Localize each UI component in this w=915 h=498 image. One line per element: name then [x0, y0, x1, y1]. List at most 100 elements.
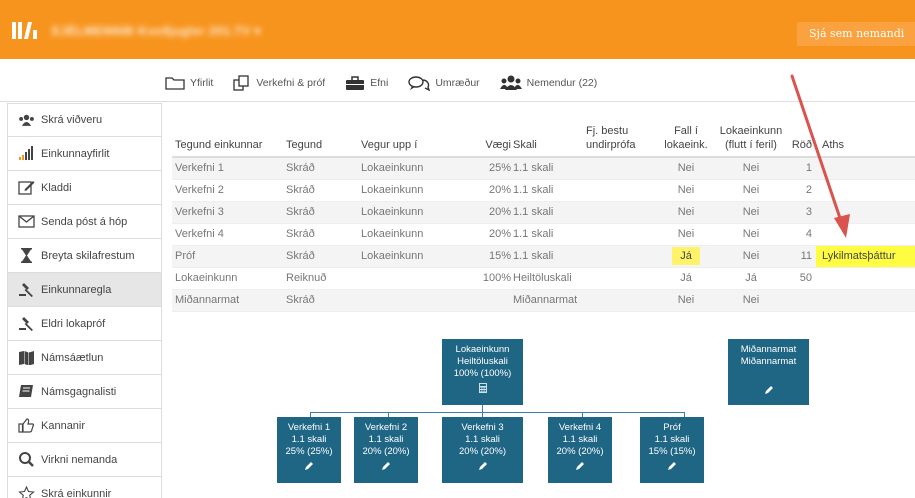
table-cell: 1.1 skali	[511, 245, 586, 268]
sidebar-item-label: Virkni nemanda	[41, 453, 118, 466]
tab-label: Efni	[370, 77, 389, 89]
node-line: Lokaeinkunn	[455, 344, 510, 355]
table-cell: Lykilmatsþáttur	[816, 245, 915, 268]
sidebar-item-namsaetlun[interactable]: Námsáætlun	[7, 341, 162, 375]
sidebar-item-namsgagnalisti[interactable]: Námsgagnalisti	[7, 375, 162, 409]
node-line: 1.1 skali	[654, 434, 690, 445]
gavel-icon	[19, 283, 33, 297]
star-icon	[18, 486, 35, 498]
sidebar-item-eldri-lokaprof[interactable]: Eldri lokapróf	[7, 307, 162, 341]
table-cell	[451, 289, 511, 312]
sidebar-item-kladdi[interactable]: Kladdi	[7, 171, 162, 205]
table-cell: Skráð	[286, 289, 361, 312]
sidebar-item-label: Námsgagnalisti	[41, 385, 117, 398]
tree-node-verkefni-1[interactable]: Verkefni 1 1.1 skali 25% (25%)	[277, 417, 341, 483]
table-cell	[790, 289, 816, 312]
table-cell: Nei	[660, 201, 712, 224]
table-cell	[586, 223, 660, 246]
pencil-icon[interactable]	[764, 385, 774, 395]
table-cell: 20%	[451, 179, 511, 202]
table-cell	[586, 179, 660, 202]
sidebar-item-skra-einkunnir[interactable]: Skrá einkunnir	[7, 477, 162, 498]
table-cell: Lokaeinkunn	[172, 267, 286, 290]
table-cell: Verkefni 1	[172, 157, 286, 180]
table-cell: Nei	[712, 245, 790, 268]
highlighted-value: Já	[672, 247, 700, 265]
table-cell: 4	[790, 223, 816, 246]
node-line: Verkefni 3	[461, 422, 504, 433]
copy-icon	[233, 75, 249, 91]
node-line: 1.1 skali	[465, 434, 500, 445]
sidebar-item-label: Skrá einkunnir	[41, 487, 112, 498]
logo-icon[interactable]	[12, 22, 38, 39]
tab-label: Umræður	[435, 77, 480, 89]
course-tabs: Yfirlit Verkefni & próf Efni Umræður Nem…	[165, 72, 617, 94]
sidebar-item-label: Skrá viðveru	[41, 114, 103, 126]
tab-umraedur[interactable]: Umræður	[408, 75, 480, 91]
pencil-icon[interactable]	[381, 461, 391, 471]
tree-node-verkefni-2[interactable]: Verkefni 2 1.1 skali 20% (20%)	[354, 417, 418, 483]
tree-node-verkefni-3[interactable]: Verkefni 3 1.1 skali 20% (20%)	[442, 417, 523, 483]
sidebar-item-skra-vidveru[interactable]: Skrá viðveru	[7, 103, 162, 137]
sidebar-item-einkunnaregla[interactable]: Einkunnaregla	[7, 273, 162, 307]
table-cell: Miðannarmat	[172, 289, 286, 312]
table-cell: Nei	[712, 157, 790, 180]
table-cell	[586, 267, 660, 290]
table-header-row: Tegund einkunnar Tegund Vegur upp í Vægi…	[172, 112, 915, 158]
tab-efni[interactable]: Efni	[345, 75, 389, 91]
table-cell: Lokaeinkunn	[361, 157, 451, 180]
table-cell	[586, 157, 660, 180]
envelope-icon	[18, 215, 35, 228]
table-row[interactable]: Verkefni 2 Skráð Lokaeinkunn 20% 1.1 skali Ne…	[172, 179, 915, 202]
pencil-icon[interactable]	[667, 461, 677, 471]
table-cell	[816, 289, 915, 312]
table-cell: Lokaeinkunn	[361, 201, 451, 224]
pencil-icon[interactable]	[304, 461, 314, 471]
table-cell: 15%	[451, 245, 511, 268]
table-cell: Nei	[712, 223, 790, 246]
node-line: 25% (25%)	[285, 446, 333, 457]
col-header: Tegund einkunnar	[172, 112, 286, 158]
table-row[interactable]: Miðannarmat Skráð Miðannarmat Nei Nei	[172, 289, 915, 312]
table-cell: 20%	[451, 201, 511, 224]
view-as-student-button[interactable]: Sjá sem nemandi	[797, 22, 915, 46]
tree-node-root[interactable]: Lokaeinkunn Heiltöluskali 100% (100%)	[442, 339, 523, 405]
pencil-icon[interactable]	[478, 461, 488, 471]
table-cell: Verkefni 3	[172, 201, 286, 224]
tree-node-prof[interactable]: Próf 1.1 skali 15% (15%)	[640, 417, 704, 483]
sidebar-item-label: Námsáætlun	[41, 351, 104, 364]
node-line: Verkefni 1	[287, 422, 331, 433]
table-cell: 1	[790, 157, 816, 180]
table-cell: Verkefni 2	[172, 179, 286, 202]
tree-node-midannarmat[interactable]: Miðannarmat Miðannarmat	[728, 339, 809, 405]
node-line: Verkefni 4	[558, 422, 602, 433]
sidebar-item-virkni-nemanda[interactable]: Virkni nemanda	[7, 443, 162, 477]
table-cell: 1.1 skali	[511, 201, 586, 224]
map-icon	[19, 351, 34, 365]
tab-verkefni[interactable]: Verkefni & próf	[233, 75, 325, 91]
tab-yfirlit[interactable]: Yfirlit	[165, 76, 213, 90]
pencil-icon[interactable]	[575, 461, 585, 471]
course-title[interactable]: EJÉLMENNIÐ Kveðjugler 201.TV ▾	[52, 24, 261, 38]
node-line: Verkefni 2	[364, 422, 408, 433]
sidebar-item-senda-post[interactable]: Senda póst á hóp	[7, 205, 162, 239]
table-cell	[586, 201, 660, 224]
table-row[interactable]: Verkefni 4 Skráð Lokaeinkunn 20% 1.1 skali Ne…	[172, 223, 915, 246]
table-cell: Skráð	[286, 179, 361, 202]
table-row[interactable]: Lokaeinkunn Reiknuð 100% Heiltöluskali Já Já 5…	[172, 267, 915, 290]
table-cell	[586, 289, 660, 312]
table-row[interactable]: Verkefni 3 Skráð Lokaeinkunn 20% 1.1 skali Ne…	[172, 201, 915, 224]
calculator-icon[interactable]	[478, 383, 488, 393]
table-row[interactable]: Próf Skráð Lokaeinkunn 15% 1.1 skali Já Nei 11 L…	[172, 245, 915, 268]
sidebar-item-kannanir[interactable]: Kannanir	[7, 409, 162, 443]
sidebar-item-breyta-skilafrestum[interactable]: Breyta skilafrestum	[7, 239, 162, 273]
table-cell: Nei	[660, 157, 712, 180]
tree-node-verkefni-4[interactable]: Verkefni 4 1.1 skali 20% (20%)	[548, 417, 612, 483]
table-cell: Nei	[660, 289, 712, 312]
table-cell: Nei	[712, 179, 790, 202]
table-cell	[586, 245, 660, 268]
table-row[interactable]: Verkefni 1 Skráð Lokaeinkunn 25% 1.1 skali Ne…	[172, 157, 915, 180]
tab-nemendur[interactable]: Nemendur (22)	[499, 75, 597, 91]
table-cell: Já	[712, 267, 790, 290]
sidebar-item-einkunnayfirlit[interactable]: Einkunnayfirlit	[7, 137, 162, 171]
